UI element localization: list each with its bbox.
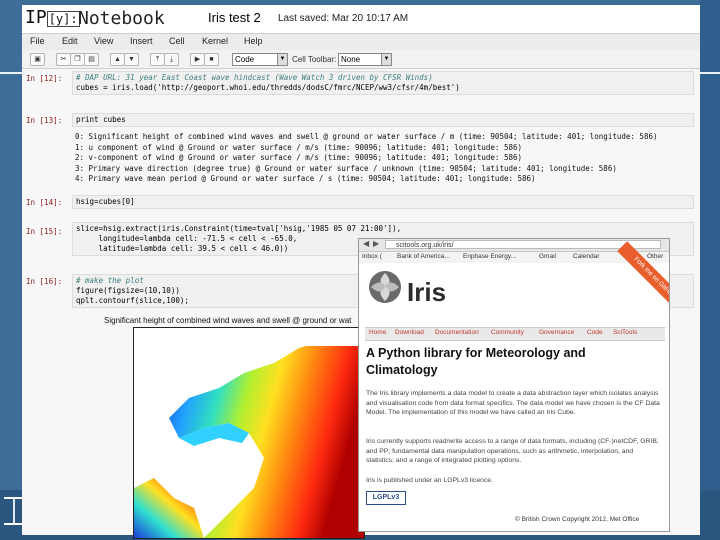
output-line: 0: Significant height of combined wind w… xyxy=(75,132,658,141)
menu-view[interactable]: View xyxy=(94,36,113,46)
move-up-icon[interactable]: ▲ xyxy=(110,53,125,66)
code-line: print cubes xyxy=(76,115,126,124)
code-line: figure(figsize=(10,10)) xyxy=(76,286,180,295)
contour-plot xyxy=(133,327,365,539)
cell-prompt: In [15]: xyxy=(26,227,63,236)
browser-window: ◀ ▶ scitools.org.uk/iris/ Inbox ( Bank o… xyxy=(358,238,670,532)
cell-type-select[interactable]: Code ▼ xyxy=(232,53,288,66)
ipython-logo[interactable]: IP [y]: xyxy=(25,7,80,28)
site-name: Iris xyxy=(407,277,447,307)
licence-paragraph: Iris is published under an LGPLv3 licenc… xyxy=(366,477,493,484)
menu-bar: File Edit View Insert Cell Kernel Help xyxy=(22,33,700,51)
code-line: # DAP URL: 31 year East Coast wave hindc… xyxy=(76,73,433,82)
code-line: qplt.contourf(slice,100); xyxy=(76,296,189,305)
back-icon[interactable]: ◀ xyxy=(363,239,369,248)
code-line: hsig=cubes[0] xyxy=(76,197,135,206)
cell-toolbar-value: None xyxy=(341,55,361,64)
toolbar: ▣ ✂ ❐ ▤ ▲ ▼ ⤒ ⤓ ▶ ■ Code ▼ Cell Toolbar: … xyxy=(22,50,700,69)
cell-type-value: Code xyxy=(235,55,255,64)
menu-edit[interactable]: Edit xyxy=(62,36,78,46)
notebook-header: IP [y]: Notebook Iris test 2 Last saved: … xyxy=(22,5,700,33)
cell-output: 0: Significant height of combined wind w… xyxy=(72,131,694,187)
page-heading: A Python library for Meteorology and Cli… xyxy=(366,346,586,377)
code-line: latitude=lambda cell: 39.5 < cell < 46.0… xyxy=(76,244,289,253)
code-line: cubes = iris.load('http://geoport.whoi.e… xyxy=(76,83,460,92)
stop-icon[interactable]: ■ xyxy=(204,53,219,66)
code-cell[interactable]: hsig=cubes[0] xyxy=(72,195,694,209)
menu-kernel[interactable]: Kernel xyxy=(202,36,228,46)
bay-region xyxy=(134,478,204,538)
iris-header: Iris Fork me on GitHub xyxy=(359,241,669,325)
copyright-text: © British Crown Copyright 2012, Met Offi… xyxy=(515,516,640,523)
nav-home[interactable]: Home xyxy=(369,329,386,336)
output-line: 3: Primary wave direction (degree true) … xyxy=(75,163,617,173)
insert-below-icon[interactable]: ⤓ xyxy=(164,53,179,66)
cell-toolbar-label: Cell Toolbar: xyxy=(292,55,337,64)
last-saved-text: Last saved: Mar 20 10:17 AM xyxy=(278,13,409,24)
intro-paragraph: The Iris library implements a data model… xyxy=(366,390,660,416)
bookmark-item[interactable]: Gmail xyxy=(539,253,556,260)
code-line: # make the plot xyxy=(76,276,144,285)
bookmark-item[interactable]: Bank of America... xyxy=(397,253,450,260)
menu-cell[interactable]: Cell xyxy=(169,36,185,46)
bookmark-item[interactable]: Inbox ( xyxy=(362,253,382,260)
url-text: scitools.org.uk/iris/ xyxy=(396,242,454,249)
cut-icon[interactable]: ✂ xyxy=(56,53,71,66)
cell-prompt: In [16]: xyxy=(26,277,63,286)
cell-prompt: In [12]: xyxy=(26,74,63,83)
features-paragraph: Iris currently supports read/write acces… xyxy=(366,438,659,464)
contour-map-svg xyxy=(134,328,364,538)
iris-flower-icon[interactable] xyxy=(367,269,403,305)
bookmark-item[interactable]: Other xyxy=(647,253,663,260)
cell-prompt: In [13]: xyxy=(26,116,63,125)
code-line: longitude=lambda cell: -71.5 < cell < -6… xyxy=(76,234,298,243)
chevron-down-icon: ▼ xyxy=(277,54,287,65)
output-line: 4: Primary wave mean period @ Ground or … xyxy=(75,174,536,183)
nav-governance[interactable]: Governance xyxy=(539,329,574,336)
lgpl-badge[interactable]: LGPLv3 xyxy=(366,491,406,505)
save-icon[interactable]: ▣ xyxy=(30,53,45,66)
logo-badge: [y]: xyxy=(46,11,80,27)
run-icon[interactable]: ▶ xyxy=(190,53,205,66)
output-line: 1: u component of wind @ Ground or water… xyxy=(75,142,523,152)
slide-right-band xyxy=(700,0,720,540)
output-line: 2: v-component of wind @ Ground or water… xyxy=(75,153,523,162)
code-line: slice=hsig.extract(iris.Constraint(time=… xyxy=(76,224,402,233)
nav-community[interactable]: Community xyxy=(491,329,524,336)
figure-title: Significant height of combined wind wave… xyxy=(104,316,352,325)
code-cell[interactable]: # DAP URL: 31 year East Coast wave hindc… xyxy=(72,71,694,95)
forward-icon[interactable]: ▶ xyxy=(373,239,379,248)
site-nav: Home Download Documentation Community Go… xyxy=(365,327,665,341)
nav-download[interactable]: Download xyxy=(395,329,424,336)
menu-file[interactable]: File xyxy=(30,36,45,46)
nav-documentation[interactable]: Documentation xyxy=(435,329,479,336)
notebook-word: Notebook xyxy=(78,8,165,29)
insert-above-icon[interactable]: ⤒ xyxy=(150,53,165,66)
menu-insert[interactable]: Insert xyxy=(130,36,153,46)
bookmark-item[interactable]: Enphase Energy... xyxy=(463,253,516,260)
code-cell[interactable]: print cubes xyxy=(72,113,694,127)
nav-scitools[interactable]: SciTools xyxy=(613,329,637,336)
cell-prompt: In [14]: xyxy=(26,198,63,207)
nav-code[interactable]: Code xyxy=(587,329,603,336)
land-mask xyxy=(294,328,364,346)
copy-icon[interactable]: ❐ xyxy=(70,53,85,66)
bookmark-item[interactable]: Calendar xyxy=(573,253,599,260)
notebook-title[interactable]: Iris test 2 xyxy=(208,10,261,25)
ribbon-text: Fork me on GitHub xyxy=(632,255,670,300)
menu-help[interactable]: Help xyxy=(244,36,263,46)
paste-icon[interactable]: ▤ xyxy=(84,53,99,66)
chevron-down-icon: ▼ xyxy=(381,54,391,65)
cell-toolbar-select[interactable]: None ▼ xyxy=(338,53,392,66)
move-down-icon[interactable]: ▼ xyxy=(124,53,139,66)
logo-text: IP xyxy=(25,7,47,28)
